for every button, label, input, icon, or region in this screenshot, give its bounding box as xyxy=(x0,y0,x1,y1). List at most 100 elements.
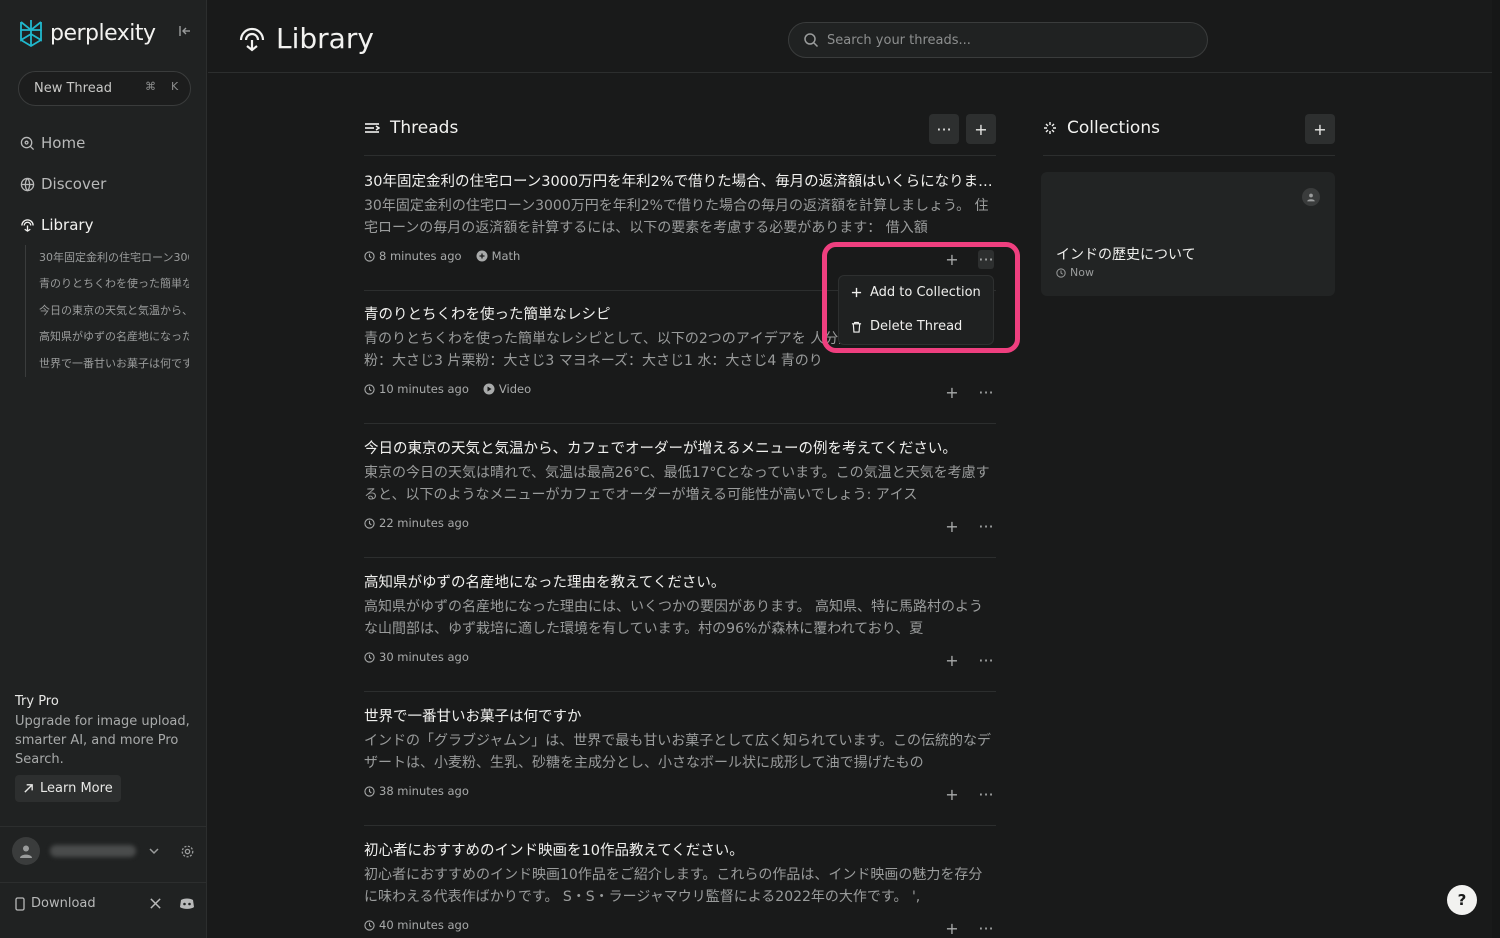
divider xyxy=(364,155,996,156)
thread-snippet: 東京の今日の天気は晴れで、気温は最高26°C、最低17°Cとなっています。この気… xyxy=(364,465,990,503)
nav-home[interactable]: Home xyxy=(20,134,85,152)
plus-icon: + xyxy=(1313,119,1327,139)
search-bar[interactable] xyxy=(788,22,1208,58)
clock-icon xyxy=(1056,267,1066,278)
thread-tag: Video xyxy=(498,382,532,396)
video-play-icon xyxy=(483,383,495,395)
add-to-collection-icon[interactable]: + xyxy=(944,383,960,402)
add-to-collection-icon[interactable]: + xyxy=(944,517,960,536)
thread-item[interactable]: 初心者におすすめのインド映画を10作品教えてください。 初心者におすすめのインド… xyxy=(364,840,996,938)
phone-icon xyxy=(15,896,25,911)
thread-title[interactable]: 高知県がゆずの名産地になった理由を教えてください。 xyxy=(364,572,996,594)
app-name: perplexity xyxy=(50,20,156,46)
user-icon xyxy=(20,845,32,858)
threads-heading-text: Threads xyxy=(390,118,459,138)
divider xyxy=(1043,155,1335,156)
thread-item[interactable]: 高知県がゆずの名産地になった理由を教えてください。 高知県がゆずの名産地になった… xyxy=(364,572,996,670)
divider xyxy=(0,826,207,827)
plus-icon: + xyxy=(974,119,988,139)
thread-title[interactable]: 世界で一番甘いお菓子は何ですか xyxy=(364,706,996,728)
thread-item[interactable]: 今日の東京の天気と気温から、カフェでオーダーが増えるメニューの例を考えてください… xyxy=(364,438,996,536)
collapse-sidebar-icon[interactable] xyxy=(178,24,194,40)
new-collection-button[interactable]: + xyxy=(1305,114,1335,144)
highlight-annotation xyxy=(822,242,1020,353)
thread-time: 38 minutes ago xyxy=(379,784,469,798)
search-icon xyxy=(804,33,819,48)
learn-more-label: Learn More xyxy=(40,781,113,796)
thread-more-icon[interactable]: ··· xyxy=(978,383,994,402)
perplexity-logo-icon xyxy=(20,20,42,48)
sparkle-icon xyxy=(1044,122,1056,134)
thread-tag: Math xyxy=(491,249,521,263)
thread-title[interactable]: 30年固定金利の住宅ローン3000万円を年利2%で借りた場合、毎月の返済額はいく… xyxy=(364,171,996,193)
thread-time: 10 minutes ago xyxy=(379,382,469,396)
try-pro-panel: Try Pro Upgrade for image upload, smarte… xyxy=(15,694,195,802)
try-pro-title: Try Pro xyxy=(15,694,59,709)
download-label: Download xyxy=(31,896,96,911)
clock-icon xyxy=(364,785,375,797)
threads-icon xyxy=(365,123,380,133)
collection-title: インドの歴史について xyxy=(1056,247,1196,263)
scrollbar[interactable] xyxy=(1492,0,1500,938)
divider xyxy=(364,691,996,692)
learn-more-button[interactable]: Learn More xyxy=(15,775,121,802)
library-thread-item[interactable]: 高知県がゆずの名産地になった理由を教えてください。 xyxy=(39,324,189,350)
thread-item[interactable]: 世界で一番甘いお菓子は何ですか インドの「グラブジャムン」は、世界で最も甘いお菓… xyxy=(364,706,996,804)
collection-card[interactable]: インドの歴史について Now xyxy=(1041,172,1335,296)
library-thread-item[interactable]: 30年固定金利の住宅ローン3000万円を年利2%で借りた場合 xyxy=(39,245,189,271)
thread-more-icon[interactable]: ··· xyxy=(978,785,994,804)
help-label: ? xyxy=(1457,891,1467,909)
username-blurred xyxy=(50,845,136,857)
page-title: Library xyxy=(238,22,374,55)
chevron-down-icon[interactable] xyxy=(148,845,160,857)
divider xyxy=(364,825,996,826)
thread-more-icon[interactable]: ··· xyxy=(978,651,994,670)
search-circle-icon xyxy=(20,136,35,150)
nav-discover-label: Discover xyxy=(41,175,107,193)
user-menu[interactable] xyxy=(12,837,195,865)
add-to-collection-icon[interactable]: + xyxy=(944,651,960,670)
library-thread-item[interactable]: 世界で一番甘いお菓子は何ですか xyxy=(39,351,189,377)
search-input[interactable] xyxy=(827,32,1187,48)
ellipsis-icon: ··· xyxy=(936,119,952,139)
divider xyxy=(0,882,207,883)
thread-more-icon[interactable]: ··· xyxy=(978,919,994,938)
new-thread-button[interactable]: New Thread ⌘ K xyxy=(18,71,191,106)
page-title-text: Library xyxy=(276,22,374,55)
new-thread-plus-button[interactable]: + xyxy=(966,114,996,144)
library-thread-item[interactable]: 今日の東京の天気と気温から、カフェでオーダーが増えるメニュー xyxy=(39,298,189,324)
collection-owner-icon xyxy=(1302,188,1320,206)
thread-snippet: 高知県がゆずの名産地になった理由には、いくつかの要因があります。 高知県、特に馬… xyxy=(364,599,984,637)
command-key-hint: ⌘ xyxy=(145,80,156,93)
avatar[interactable] xyxy=(12,837,40,865)
library-thread-list: 30年固定金利の住宅ローン3000万円を年利2%で借りた場合 青のりとちくわを使… xyxy=(25,245,189,377)
x-twitter-icon[interactable] xyxy=(149,897,162,910)
nav-home-label: Home xyxy=(41,134,86,152)
thread-time: 30 minutes ago xyxy=(379,650,469,664)
arrow-up-right-icon xyxy=(24,784,33,793)
library-thread-item[interactable]: 青のりとちくわを使った簡単なレシピ xyxy=(39,271,189,297)
nav-discover[interactable]: Discover xyxy=(20,175,106,193)
clock-icon xyxy=(364,651,375,663)
thread-title[interactable]: 初心者におすすめのインド映画を10作品教えてください。 xyxy=(364,840,996,862)
discord-icon[interactable] xyxy=(179,897,195,910)
download-button[interactable]: Download xyxy=(14,896,96,911)
thread-time: 40 minutes ago xyxy=(379,918,469,932)
clock-icon xyxy=(364,383,375,395)
add-to-collection-icon[interactable]: + xyxy=(944,919,960,938)
thread-title[interactable]: 今日の東京の天気と気温から、カフェでオーダーが増えるメニューの例を考えてください… xyxy=(364,438,996,460)
thread-more-icon[interactable]: ··· xyxy=(978,517,994,536)
sidebar: perplexity New Thread ⌘ K Home Discover … xyxy=(0,0,207,938)
collection-meta: Now xyxy=(1056,266,1094,279)
library-icon xyxy=(21,218,34,232)
thread-snippet: インドの「グラブジャムン」は、世界で最も甘いお菓子として広く知られています。この… xyxy=(364,733,992,771)
help-button[interactable]: ? xyxy=(1447,885,1477,915)
globe-icon xyxy=(20,177,35,192)
add-to-collection-icon[interactable]: + xyxy=(944,785,960,804)
threads-more-button[interactable]: ··· xyxy=(929,114,959,144)
logo[interactable]: perplexity xyxy=(18,18,156,48)
threads-heading: Threads xyxy=(364,118,458,138)
gear-icon[interactable] xyxy=(180,844,195,859)
nav-library[interactable]: Library xyxy=(20,216,93,234)
thread-time: 8 minutes ago xyxy=(379,249,462,263)
